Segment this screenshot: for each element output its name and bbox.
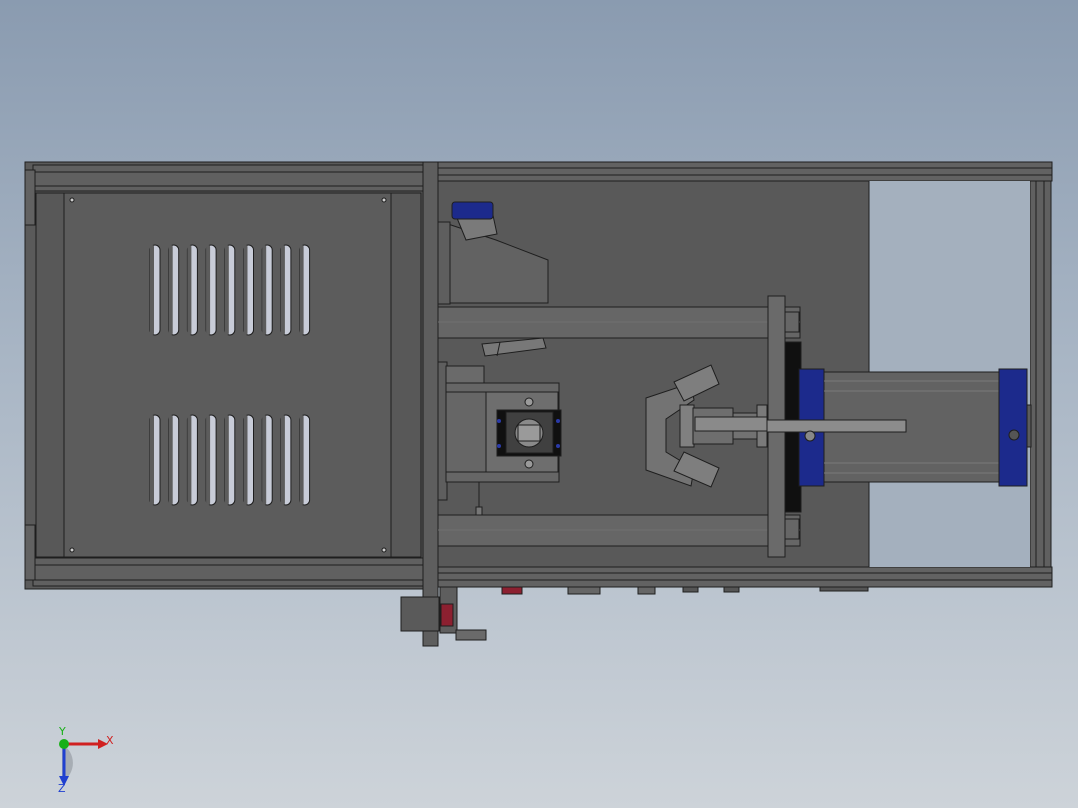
cabinet-vent-slots-upper	[149, 244, 311, 336]
machine-top-view-model[interactable]	[0, 0, 1078, 808]
vent-slot-shadow	[262, 415, 267, 505]
x-axis-label: X	[106, 734, 114, 747]
electrical-cabinet[interactable]	[24, 161, 440, 647]
cad-viewport[interactable]: X Y Z	[0, 0, 1078, 808]
vent-slot-shadow	[243, 415, 248, 505]
y-axis-label: Y	[58, 726, 66, 738]
coordinate-triad[interactable]: X Y Z	[40, 726, 130, 796]
y-axis-icon	[59, 739, 69, 749]
cabinet-vent-slots-lower	[149, 414, 311, 506]
vent-slot-shadow	[187, 415, 192, 505]
z-axis-label: Z	[58, 782, 66, 795]
vent-slot-shadow	[280, 245, 285, 335]
vent-slot-shadow	[224, 415, 229, 505]
vent-slot-shadow	[168, 245, 173, 335]
vent-slot-shadow	[150, 245, 154, 335]
vent-slot-shadow	[206, 415, 211, 505]
vent-slot-shadow	[224, 245, 229, 335]
vent-slot-shadow	[168, 415, 173, 505]
bottom-fittings[interactable]	[439, 586, 869, 641]
vent-slot-shadow	[262, 245, 267, 335]
vent-slot-shadow	[280, 415, 285, 505]
vent-slot-shadow	[243, 245, 248, 335]
vent-slot-shadow	[299, 415, 304, 505]
vent-slot-shadow	[187, 245, 192, 335]
vent-slot-shadow	[299, 245, 304, 335]
vent-slot-shadow	[150, 415, 154, 505]
vent-slot-shadow	[206, 245, 211, 335]
